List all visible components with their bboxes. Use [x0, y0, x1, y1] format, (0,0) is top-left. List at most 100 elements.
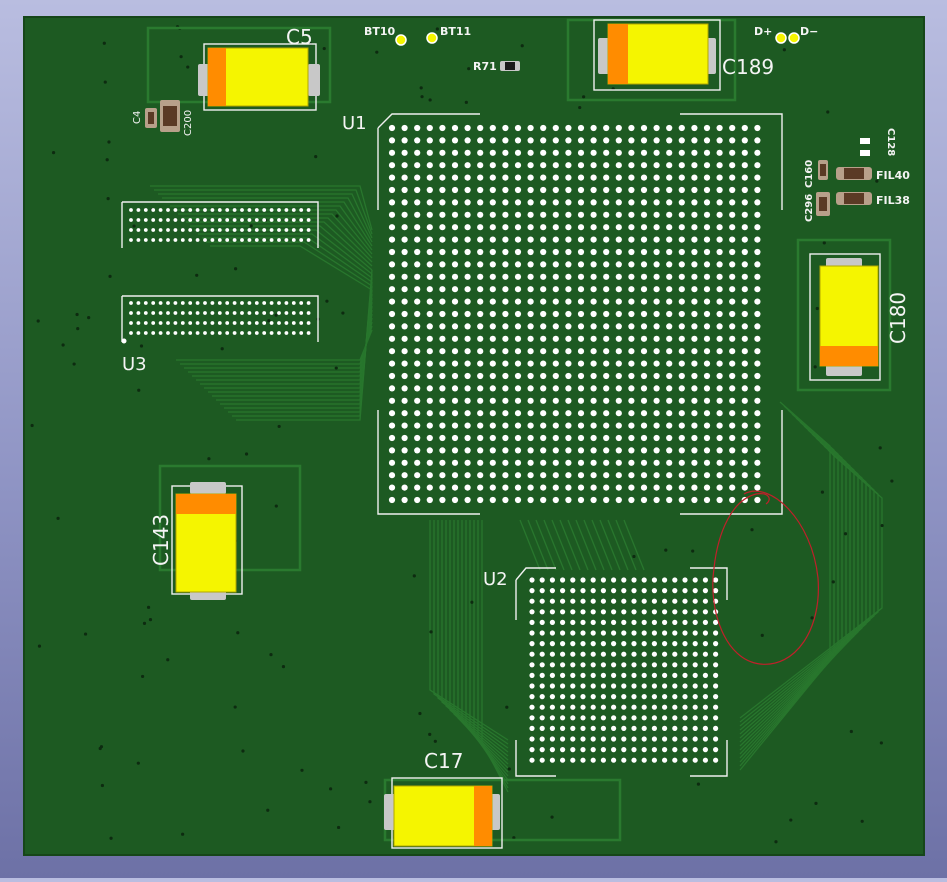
u2-ball [560, 630, 566, 636]
capacitor-c143[interactable] [171, 482, 243, 600]
resistor-r71[interactable] [500, 61, 520, 71]
u3-pin [136, 218, 141, 222]
u1-ball [577, 149, 585, 156]
u1-ball [451, 149, 459, 156]
u1-ball [678, 124, 685, 132]
test-point-d-plus[interactable] [775, 32, 787, 44]
u1-ball [729, 310, 736, 318]
test-point-bt10[interactable] [395, 34, 407, 46]
u1-ball [464, 397, 471, 404]
u1-ball [451, 124, 459, 132]
u1-ball [502, 149, 509, 156]
u2-ball [611, 588, 617, 594]
u1-ball [628, 186, 635, 194]
u2-ball [651, 662, 658, 668]
u1-ball [603, 434, 610, 442]
u1-ball [653, 199, 660, 206]
u2-ball [631, 641, 637, 647]
pcb-3d-viewer[interactable]: C5 C189 C180 C143 C17 U1 U2 U3 C4 C200 B… [0, 0, 947, 878]
u1-ball [514, 298, 522, 305]
u1-ball [540, 298, 547, 305]
u1-ball [489, 484, 496, 491]
u2-ball [549, 725, 556, 732]
filter-fil38[interactable] [836, 192, 872, 205]
u2-ball [549, 747, 556, 753]
u1-ball [527, 372, 534, 380]
u2-ball [631, 662, 637, 668]
u1-ball [552, 224, 559, 231]
u3-pin [143, 218, 148, 222]
u2-ball [560, 588, 566, 594]
u1-ball [729, 124, 736, 132]
u3-pin [284, 301, 289, 305]
capacitor-c200[interactable] [160, 100, 180, 132]
u2-ball [682, 672, 688, 679]
u3-pin [173, 218, 178, 222]
u1-ball [401, 372, 408, 380]
test-point-d-minus[interactable] [788, 32, 800, 44]
test-point-bt11[interactable] [426, 32, 438, 44]
u1-ball [729, 261, 736, 268]
u1-ball [426, 248, 433, 256]
u1-ball [401, 124, 408, 132]
u1-ball [754, 273, 761, 280]
capacitor-c5[interactable] [198, 43, 320, 111]
capacitor-c160[interactable] [818, 160, 828, 180]
u1-ball [678, 385, 685, 392]
u1-ball [741, 397, 748, 404]
u2-ball [682, 662, 688, 668]
u1-ball [565, 472, 572, 479]
u1-ball [741, 348, 748, 355]
capacitor-c189[interactable] [593, 19, 721, 91]
u3-pin [277, 218, 281, 222]
u1-ball [514, 248, 522, 256]
u1-ball [401, 335, 408, 342]
u3-pin [291, 301, 296, 305]
u2-ball [570, 672, 576, 679]
u2-ball [600, 577, 607, 583]
u1-ball [678, 236, 685, 243]
capacitor-c4[interactable] [145, 108, 157, 128]
u1-ball [388, 211, 396, 218]
u1-ball [401, 199, 408, 206]
u2-ball [672, 736, 678, 742]
u1-ball [477, 422, 484, 429]
u1-ball [754, 360, 761, 367]
u1-ball [565, 422, 572, 429]
u1-ball [552, 323, 559, 330]
u1-ball [540, 310, 547, 318]
pcb-board[interactable]: C5 C189 C180 C143 C17 U1 U2 U3 C4 C200 B… [0, 0, 947, 878]
capacitor-c180[interactable] [809, 253, 881, 381]
u1-ball [729, 360, 736, 367]
u3-pin [136, 228, 141, 232]
u3-pin [232, 218, 237, 222]
u1-ball [640, 273, 648, 280]
capacitor-c17[interactable] [384, 777, 503, 849]
u3-pin [262, 208, 267, 212]
u2-ball [702, 619, 709, 626]
u2-ball [672, 704, 678, 710]
u3-pin [291, 208, 296, 212]
u2-ball [549, 577, 556, 583]
u2-ball [560, 715, 566, 721]
u2-ball [590, 736, 596, 742]
u2-ball [570, 577, 576, 583]
capacitor-c296[interactable] [816, 192, 830, 216]
u2-ball [682, 598, 688, 604]
u1-ball [754, 286, 761, 293]
u1-ball [565, 149, 572, 156]
u3-pin [284, 238, 289, 242]
u1-ball [716, 484, 723, 491]
u1-ball [540, 236, 547, 243]
u2-ball [692, 747, 698, 753]
u2-ball [672, 694, 678, 700]
u3-pin [247, 331, 252, 335]
u2-ball [682, 588, 688, 594]
u1-ball [414, 236, 421, 243]
filter-fil40[interactable] [836, 167, 872, 180]
u1-ball [477, 372, 484, 380]
u1-ball [603, 335, 610, 342]
u1-ball [502, 323, 509, 330]
u1-ball [666, 174, 673, 181]
u1-ball [666, 422, 673, 429]
